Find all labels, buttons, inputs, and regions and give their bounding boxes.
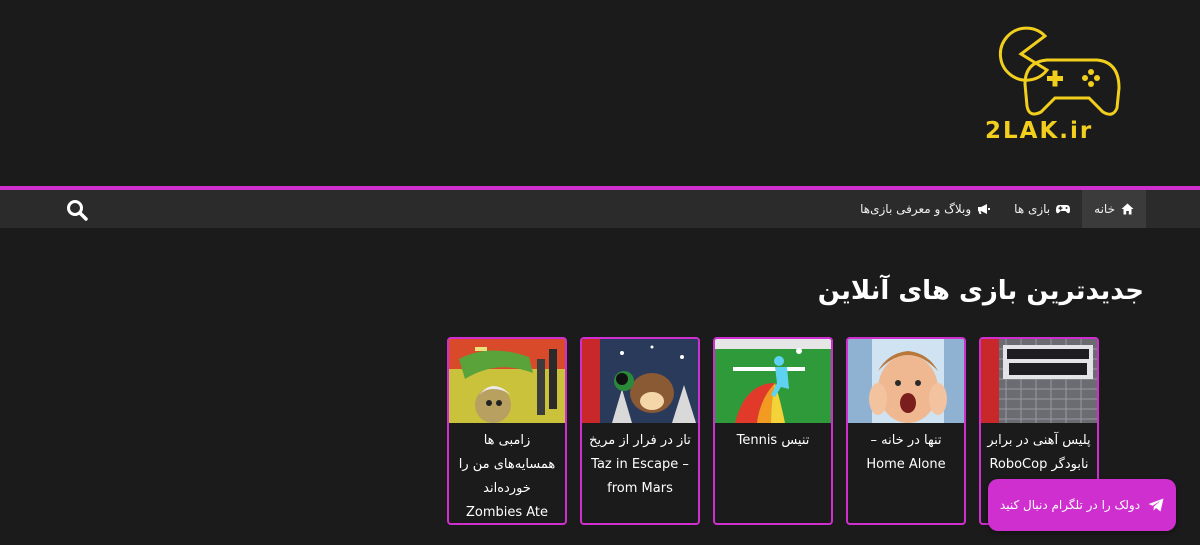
nav-item-label: خانه xyxy=(1094,202,1115,216)
search-button[interactable] xyxy=(66,199,88,221)
nav-item-home[interactable]: خانه xyxy=(1082,190,1146,228)
telegram-label: دولک را در تلگرام دنبال کنید xyxy=(999,498,1141,512)
game-card[interactable]: زامبی ها همسایه‌های من را خورده‌اند Zomb… xyxy=(447,337,567,525)
game-title: پلیس آهنی در برابر نابودگر RoboCop xyxy=(987,433,1091,472)
home-icon xyxy=(1121,203,1134,215)
game-title: تنها در خانه – Home Alone xyxy=(866,433,946,472)
game-card[interactable]: تنها در خانه – Home Alone xyxy=(846,337,966,525)
section-title: جدیدترین بازی های آنلاین xyxy=(817,276,1144,306)
nav-item-label: وبلاگ و معرفی بازی‌ها xyxy=(860,202,972,216)
nav-menu: خانه بازی ها وبلاگ و معرفی بازی‌ها xyxy=(848,190,1146,228)
game-title: زامبی ها همسایه‌های من را خورده‌اند Zomb… xyxy=(458,433,556,520)
game-thumbnail xyxy=(848,339,964,423)
nav-item-label: بازی ها xyxy=(1014,202,1051,216)
game-thumbnail xyxy=(981,339,1097,423)
game-card[interactable]: تنیس Tennis xyxy=(713,337,833,525)
game-thumbnail xyxy=(715,339,831,423)
search-icon xyxy=(67,200,88,221)
main-navbar: خانه بازی ها وبلاگ و معرفی بازی‌ها xyxy=(0,190,1200,228)
telegram-follow-button[interactable]: دولک را در تلگرام دنبال کنید xyxy=(988,479,1176,531)
game-thumbnail xyxy=(449,339,565,423)
megaphone-icon xyxy=(978,204,991,214)
site-logo[interactable]: 2LAK.ir xyxy=(985,22,1125,157)
logo-text: 2LAK.ir xyxy=(985,118,1094,144)
game-card[interactable]: تاز در فرار از مریخ – Taz in Escape from… xyxy=(580,337,700,525)
nav-item-games[interactable]: بازی ها xyxy=(1002,190,1082,228)
nav-item-blog[interactable]: وبلاگ و معرفی بازی‌ها xyxy=(848,190,1002,228)
game-thumbnail xyxy=(582,339,698,423)
site-header: 2LAK.ir xyxy=(0,0,1200,186)
gamepad-icon xyxy=(1056,205,1071,214)
telegram-icon xyxy=(1148,498,1164,512)
game-title: تاز در فرار از مریخ – Taz in Escape from… xyxy=(589,433,691,496)
pacman-gamepad-logo-icon xyxy=(998,26,1121,116)
game-title: تنیس Tennis xyxy=(736,433,810,448)
